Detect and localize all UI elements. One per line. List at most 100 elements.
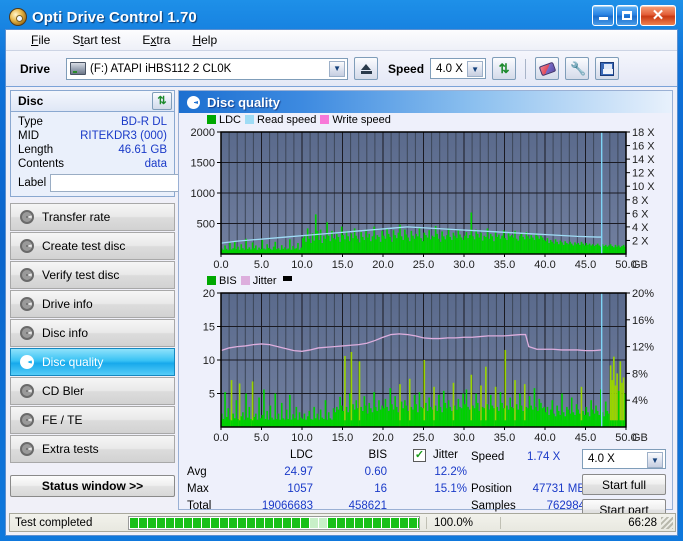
progress-block <box>229 517 237 528</box>
progress-block <box>166 517 174 528</box>
tools-button[interactable]: 🔧 <box>565 57 590 80</box>
svg-text:40.0: 40.0 <box>534 432 555 444</box>
progress-block <box>202 517 210 528</box>
svg-text:25.0: 25.0 <box>413 432 434 444</box>
sidebar-item-label: CD Bler <box>42 384 85 398</box>
svg-text:30.0: 30.0 <box>453 259 474 271</box>
sidebar-item-transfer-rate[interactable]: Transfer rate <box>10 203 175 231</box>
top-chart[interactable]: 2000 1500 1000 500 18 X 16 X 14 X 12 X 10 X 8 X6 … <box>179 126 672 274</box>
eject-icon <box>360 63 372 74</box>
sidebar-item-extra-tests[interactable]: Extra tests <box>10 435 175 463</box>
legend-jitter: Jitter <box>240 274 277 287</box>
sidebar-item-label: Extra tests <box>42 442 99 456</box>
erase-button[interactable] <box>535 57 560 80</box>
status-window-button[interactable]: Status window >> <box>10 475 175 497</box>
progress-block <box>157 517 165 528</box>
content-panel: Disc quality LDC Read speed Write speed <box>178 90 673 520</box>
sidebar-item-label: Disc info <box>42 326 89 340</box>
progress-block <box>148 517 156 528</box>
svg-text:4 X: 4 X <box>632 222 649 234</box>
progress-percent: 100.0% <box>426 516 500 529</box>
svg-text:10.0: 10.0 <box>291 432 312 444</box>
svg-text:45.0: 45.0 <box>575 259 596 271</box>
menu-start-test[interactable]: Start test <box>61 31 131 49</box>
menu-help[interactable]: Help <box>181 31 228 49</box>
client-area: File Start test Extra Help Drive (F:) AT… <box>5 29 678 536</box>
status-bar: Test completed 100.0% 66:28 <box>9 513 676 532</box>
content-header: Disc quality <box>179 91 672 113</box>
disc-icon <box>20 355 34 369</box>
disc-label-label: Label <box>18 176 47 189</box>
disc-label-row: Label <box>11 171 253 196</box>
drive-select[interactable]: (F:) ATAPI iHBS112 2 CL0K ▼ <box>66 57 349 80</box>
svg-text:14 X: 14 X <box>632 154 655 166</box>
close-button[interactable]: ✕ <box>640 5 676 26</box>
sidebar-item-fe-te[interactable]: FE / TE <box>10 406 175 434</box>
toolbar: Drive (F:) ATAPI iHBS112 2 CL0K ▼ Speed … <box>6 51 677 87</box>
stats-total-ldc: 19066683 <box>261 500 313 512</box>
sidebar-item-disc-info[interactable]: Disc info <box>10 319 175 347</box>
minimize-button[interactable] <box>592 5 614 26</box>
svg-text:8 X: 8 X <box>632 195 649 207</box>
disc-row-contents-value: data <box>144 158 167 170</box>
disc-icon <box>20 326 34 340</box>
stats-col-ldc: LDC <box>289 449 313 461</box>
test-speed-select[interactable]: 4.0 X ▼ <box>582 449 666 469</box>
eraser-icon <box>538 61 556 76</box>
legend-marker-black <box>282 275 292 281</box>
disc-row-type-label: Type <box>18 116 43 128</box>
eject-button[interactable] <box>354 57 379 80</box>
progress-block <box>247 517 255 528</box>
maximize-button[interactable] <box>616 5 638 26</box>
legend-swatch <box>207 276 216 285</box>
sidebar-item-cd-bler[interactable]: CD Bler <box>10 377 175 405</box>
sidebar-item-verify-test-disc[interactable]: Verify test disc <box>10 261 175 289</box>
sidebar-item-disc-quality[interactable]: Disc quality <box>10 348 175 376</box>
chevron-down-icon[interactable]: ▼ <box>467 61 484 77</box>
stats-samples-label: Samples <box>471 500 516 512</box>
svg-text:15: 15 <box>203 322 215 334</box>
menu-extra[interactable]: Extra <box>131 31 181 49</box>
svg-text:12%: 12% <box>632 342 654 354</box>
disc-icon <box>20 268 34 282</box>
svg-text:0.0: 0.0 <box>213 259 228 271</box>
progress-block <box>193 517 201 528</box>
legend-label: Read speed <box>257 113 317 126</box>
svg-text:30.0: 30.0 <box>453 432 474 444</box>
sidebar-item-label: Create test disc <box>42 239 126 253</box>
sidebar-item-drive-info[interactable]: Drive info <box>10 290 175 318</box>
progress-block <box>256 517 264 528</box>
progress-block <box>355 517 363 528</box>
jitter-checkbox[interactable]: ✓ <box>413 449 426 462</box>
save-button[interactable] <box>595 57 620 80</box>
drive-icon <box>70 62 87 75</box>
disc-icon <box>20 297 34 311</box>
refresh-button[interactable]: ⇅ <box>492 57 517 80</box>
resize-grip-icon[interactable] <box>661 517 673 529</box>
disc-refresh-button[interactable]: ⇅ <box>152 92 172 110</box>
chevron-down-icon[interactable]: ▼ <box>329 60 346 77</box>
speed-select[interactable]: 4.0 X ▼ <box>430 58 487 79</box>
progress-block <box>130 517 138 528</box>
progress-block <box>292 517 300 528</box>
progress-bar <box>128 515 420 530</box>
legend-label: Jitter <box>252 274 277 287</box>
menu-file[interactable]: File <box>20 31 61 49</box>
legend-swatch <box>240 276 250 285</box>
nav-list: Transfer rate Create test disc Verify te… <box>10 203 175 463</box>
sidebar-item-label: Drive info <box>42 297 93 311</box>
chevron-down-icon[interactable]: ▼ <box>647 452 663 468</box>
stats-avg-ldc: 24.97 <box>284 466 313 478</box>
stats-avg-bis: 0.60 <box>364 466 387 478</box>
svg-text:25.0: 25.0 <box>413 259 434 271</box>
progress-block <box>310 517 318 528</box>
bottom-chart[interactable]: 20 15 10 5 20% 16% 12% 8% 4% 0.0 5.0 10.0 15.0 20.0 25… <box>179 287 672 447</box>
progress-block <box>328 517 336 528</box>
svg-text:20.0: 20.0 <box>372 432 393 444</box>
stats-col-bis: BIS <box>368 449 387 461</box>
jitter-label: Jitter <box>433 449 458 461</box>
sidebar: Disc ⇅ Type BD-R DL MID RITEKDR3 (000) L… <box>10 90 253 510</box>
sidebar-item-create-test-disc[interactable]: Create test disc <box>10 232 175 260</box>
start-full-button[interactable]: Start full <box>582 474 666 495</box>
top-chart-legend: LDC Read speed Write speed <box>179 113 672 126</box>
